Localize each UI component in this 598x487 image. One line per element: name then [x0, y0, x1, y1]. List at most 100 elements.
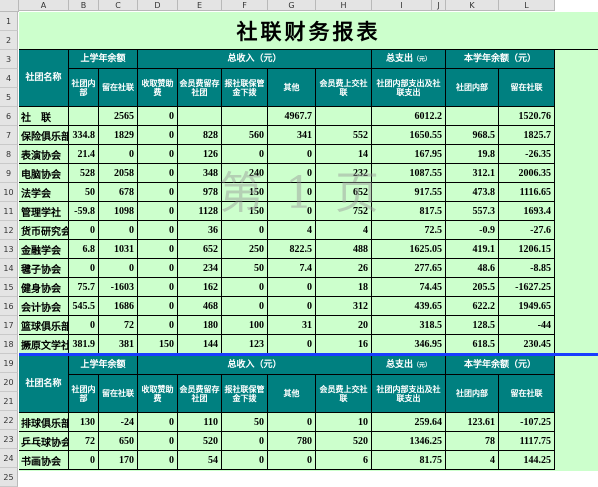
- table-cell-h[interactable]: 4: [316, 221, 372, 240]
- table-cell-c[interactable]: 2565: [99, 107, 138, 126]
- table-cell-f[interactable]: 100: [222, 316, 268, 335]
- main-header-other[interactable]: 其他: [268, 69, 316, 107]
- table-cell-h[interactable]: 6: [316, 451, 372, 470]
- table-cell-i[interactable]: 1650.55: [372, 126, 446, 145]
- repeat-header-total-expense[interactable]: 总支出 （元）: [372, 356, 446, 375]
- table-cell-g[interactable]: 7.4: [268, 259, 316, 278]
- table-cell-g[interactable]: 0: [268, 297, 316, 316]
- table-cell-f[interactable]: 50: [222, 413, 268, 432]
- table-cell-d[interactable]: 0: [138, 451, 178, 470]
- table-cell-b[interactable]: 0: [69, 221, 99, 240]
- table-cell-g[interactable]: 0: [268, 413, 316, 432]
- table-cell-c[interactable]: 650: [99, 432, 138, 451]
- row-header-7[interactable]: 7: [0, 126, 18, 145]
- table-cell-l[interactable]: 1949.65: [499, 297, 555, 316]
- table-cell-b[interactable]: 50: [69, 183, 99, 202]
- table-cell-f[interactable]: 0: [222, 432, 268, 451]
- table-cell-e[interactable]: 828: [178, 126, 222, 145]
- table-row-name[interactable]: 管理学社: [19, 202, 69, 221]
- table-cell-c[interactable]: 1686: [99, 297, 138, 316]
- table-cell-d[interactable]: 0: [138, 432, 178, 451]
- table-cell-k[interactable]: 78: [446, 432, 499, 451]
- main-header-in-union[interactable]: 留在社联: [99, 69, 138, 107]
- table-cell-i[interactable]: 6012.2: [372, 107, 446, 126]
- table-cell-h[interactable]: 18: [316, 278, 372, 297]
- repeat-header-in-club-2[interactable]: 社团内部: [446, 375, 499, 413]
- table-row-name[interactable]: 货币研究会: [19, 221, 69, 240]
- table-cell-b[interactable]: -59.8: [69, 202, 99, 221]
- table-cell-e[interactable]: 162: [178, 278, 222, 297]
- table-cell-f[interactable]: 50: [222, 259, 268, 278]
- table-cell-h[interactable]: 16: [316, 335, 372, 354]
- table-cell-l[interactable]: -8.85: [499, 259, 555, 278]
- table-cell-h[interactable]: 752: [316, 202, 372, 221]
- row-header-3[interactable]: 3: [0, 50, 18, 69]
- table-cell-d[interactable]: 0: [138, 221, 178, 240]
- table-row-name[interactable]: 保险俱乐部: [19, 126, 69, 145]
- table-cell-c[interactable]: 678: [99, 183, 138, 202]
- table-cell-h[interactable]: 652: [316, 183, 372, 202]
- table-cell-f[interactable]: 150: [222, 202, 268, 221]
- row-header-19[interactable]: 19: [0, 354, 18, 373]
- table-cell-i[interactable]: 167.95: [372, 145, 446, 164]
- table-cell-k[interactable]: 557.3: [446, 202, 499, 221]
- table-cell-d[interactable]: 0: [138, 126, 178, 145]
- repeat-header-union-grant[interactable]: 报社联保管金下拨: [222, 375, 268, 413]
- table-cell-i[interactable]: 1087.55: [372, 164, 446, 183]
- table-cell-e[interactable]: 54: [178, 451, 222, 470]
- spreadsheet-grid[interactable]: 社联财务报表 社团名称 上学年余额 总收入（元） 总支出 （元） 本学年余额（元） 社团内部…: [19, 12, 598, 471]
- repeat-header-this-year-balance[interactable]: 本学年余额（元）: [446, 356, 555, 375]
- table-cell-h[interactable]: 26: [316, 259, 372, 278]
- main-header-last-year-balance[interactable]: 上学年余额: [69, 50, 138, 69]
- row-header-10[interactable]: 10: [0, 183, 18, 202]
- row-header-18[interactable]: 18: [0, 335, 18, 354]
- row-header-9[interactable]: 9: [0, 164, 18, 183]
- table-cell-c[interactable]: 0: [99, 259, 138, 278]
- table-cell-f[interactable]: 240: [222, 164, 268, 183]
- table-cell-h[interactable]: 14: [316, 145, 372, 164]
- table-cell-i[interactable]: 817.5: [372, 202, 446, 221]
- table-cell-k[interactable]: 419.1: [446, 240, 499, 259]
- table-cell-e[interactable]: 468: [178, 297, 222, 316]
- main-header-expense-detail[interactable]: 社团内部支出及社联支出: [372, 69, 446, 107]
- table-cell-h[interactable]: 488: [316, 240, 372, 259]
- table-cell-g[interactable]: 780: [268, 432, 316, 451]
- table-row-name[interactable]: 会计协会: [19, 297, 69, 316]
- table-cell-e[interactable]: 1128: [178, 202, 222, 221]
- table-cell-d[interactable]: 0: [138, 145, 178, 164]
- table-cell-h[interactable]: 20: [316, 316, 372, 335]
- table-cell-e[interactable]: 126: [178, 145, 222, 164]
- table-cell-c[interactable]: 1098: [99, 202, 138, 221]
- table-cell-b[interactable]: 6.8: [69, 240, 99, 259]
- table-cell-l[interactable]: -107.25: [499, 413, 555, 432]
- column-header-I[interactable]: I: [372, 0, 432, 11]
- table-cell-l[interactable]: 1117.75: [499, 432, 555, 451]
- table-cell-k[interactable]: -0.9: [446, 221, 499, 240]
- column-header-A[interactable]: A: [19, 0, 69, 11]
- table-cell-d[interactable]: 0: [138, 316, 178, 335]
- table-cell-d[interactable]: 0: [138, 240, 178, 259]
- table-cell-d[interactable]: 0: [138, 202, 178, 221]
- table-cell-l[interactable]: 1825.7: [499, 126, 555, 145]
- table-cell-l[interactable]: 2006.35: [499, 164, 555, 183]
- table-cell-c[interactable]: 170: [99, 451, 138, 470]
- table-cell-h[interactable]: [316, 107, 372, 126]
- table-cell-i[interactable]: 277.65: [372, 259, 446, 278]
- table-cell-e[interactable]: 36: [178, 221, 222, 240]
- repeat-header-other[interactable]: 其他: [268, 375, 316, 413]
- table-cell-c[interactable]: -1603: [99, 278, 138, 297]
- column-header-H[interactable]: H: [316, 0, 372, 11]
- row-header-20[interactable]: 20: [0, 373, 18, 392]
- row-header-24[interactable]: 24: [0, 449, 18, 468]
- table-cell-b[interactable]: 75.7: [69, 278, 99, 297]
- table-cell-k[interactable]: 19.8: [446, 145, 499, 164]
- repeat-header-in-union[interactable]: 留在社联: [99, 375, 138, 413]
- table-row-name[interactable]: 毽子协会: [19, 259, 69, 278]
- table-cell-i[interactable]: 259.64: [372, 413, 446, 432]
- table-cell-l[interactable]: 1206.15: [499, 240, 555, 259]
- column-header-G[interactable]: G: [268, 0, 316, 11]
- table-cell-e[interactable]: [178, 107, 222, 126]
- table-cell-c[interactable]: 0: [99, 145, 138, 164]
- table-cell-b[interactable]: 334.8: [69, 126, 99, 145]
- repeat-header-total-income[interactable]: 总收入（元）: [138, 356, 372, 375]
